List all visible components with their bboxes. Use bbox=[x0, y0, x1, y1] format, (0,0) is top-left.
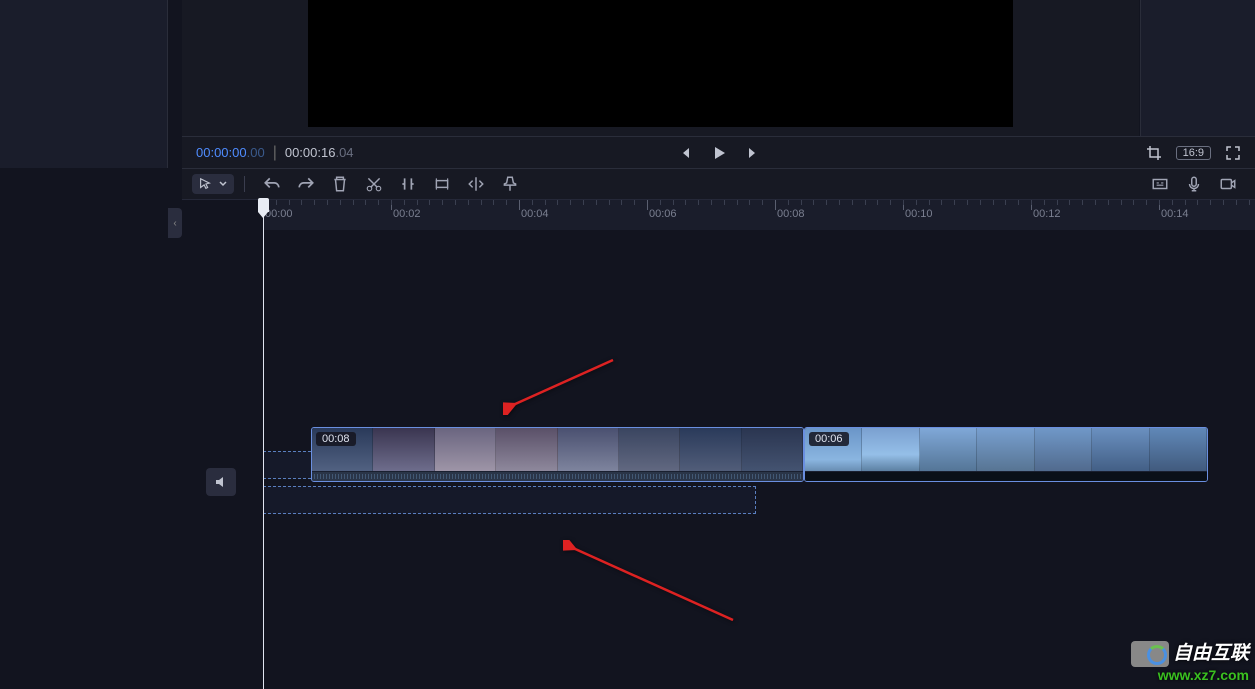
chevron-down-icon bbox=[218, 179, 228, 189]
video-clip-1[interactable]: 00:08 bbox=[311, 427, 804, 482]
chevron-left-icon: ‹ bbox=[173, 218, 176, 229]
annotation-arrow-bottom bbox=[563, 540, 743, 635]
video-clip-2[interactable]: 00:06 bbox=[804, 427, 1208, 482]
annotation-arrow-top bbox=[503, 355, 623, 420]
cursor-icon bbox=[198, 177, 212, 191]
speaker-icon bbox=[213, 474, 229, 490]
cut-icon[interactable] bbox=[365, 175, 383, 193]
watermark-logo-icon bbox=[1131, 641, 1169, 667]
fullscreen-icon[interactable] bbox=[1225, 145, 1241, 161]
mirror-icon[interactable] bbox=[467, 175, 485, 193]
track-area: 00:08 00:06 bbox=[168, 230, 1255, 689]
play-icon[interactable] bbox=[711, 145, 727, 161]
split-icon[interactable] bbox=[399, 175, 417, 193]
undo-icon[interactable] bbox=[263, 175, 281, 193]
timeline-ruler[interactable]: 00:00 00:02 00:04 00:06 00:08 00:10 00:1… bbox=[263, 200, 1255, 230]
watermark: 自由互联 www.xz7.com bbox=[1131, 638, 1249, 683]
next-frame-icon[interactable] bbox=[745, 145, 761, 161]
drop-target-ghost-bottom bbox=[263, 486, 756, 514]
playback-bar: 00:00:00.00 | 00:00:16.04 16:9 bbox=[182, 136, 1255, 168]
playhead-handle[interactable] bbox=[258, 198, 269, 212]
prev-frame-icon[interactable] bbox=[677, 145, 693, 161]
right-panel bbox=[1140, 0, 1255, 136]
crop-timeline-icon[interactable] bbox=[433, 175, 451, 193]
playhead[interactable] bbox=[263, 200, 264, 689]
auto-caption-icon[interactable] bbox=[1151, 175, 1169, 193]
clip-audio-waveform bbox=[805, 471, 1207, 481]
clip-region[interactable]: 00:08 00:06 bbox=[263, 230, 1255, 689]
redo-icon[interactable] bbox=[297, 175, 315, 193]
timecode-total: 00:00:16.04 bbox=[285, 145, 354, 160]
clip-audio-waveform bbox=[312, 471, 803, 481]
clip-duration-badge: 00:06 bbox=[809, 432, 849, 446]
timecode-separator: | bbox=[273, 144, 277, 162]
timecode-current: 00:00:00.00 bbox=[196, 145, 265, 160]
timeline-toolbar bbox=[182, 168, 1255, 200]
delete-icon[interactable] bbox=[331, 175, 349, 193]
video-preview[interactable] bbox=[308, 0, 1013, 127]
select-tool-dropdown[interactable] bbox=[192, 174, 234, 194]
left-panel bbox=[0, 0, 168, 168]
crop-icon[interactable] bbox=[1146, 145, 1162, 161]
preview-area bbox=[182, 0, 1139, 136]
track-mute-button[interactable] bbox=[206, 468, 236, 496]
voiceover-icon[interactable] bbox=[1185, 175, 1203, 193]
record-screen-icon[interactable] bbox=[1219, 175, 1237, 193]
timeline: ‹ 00:00 00:02 00:04 00:06 00:08 00:10 00… bbox=[168, 200, 1255, 689]
clip-duration-badge: 00:08 bbox=[316, 432, 356, 446]
pin-icon[interactable] bbox=[501, 175, 519, 193]
aspect-ratio-button[interactable]: 16:9 bbox=[1176, 146, 1211, 160]
